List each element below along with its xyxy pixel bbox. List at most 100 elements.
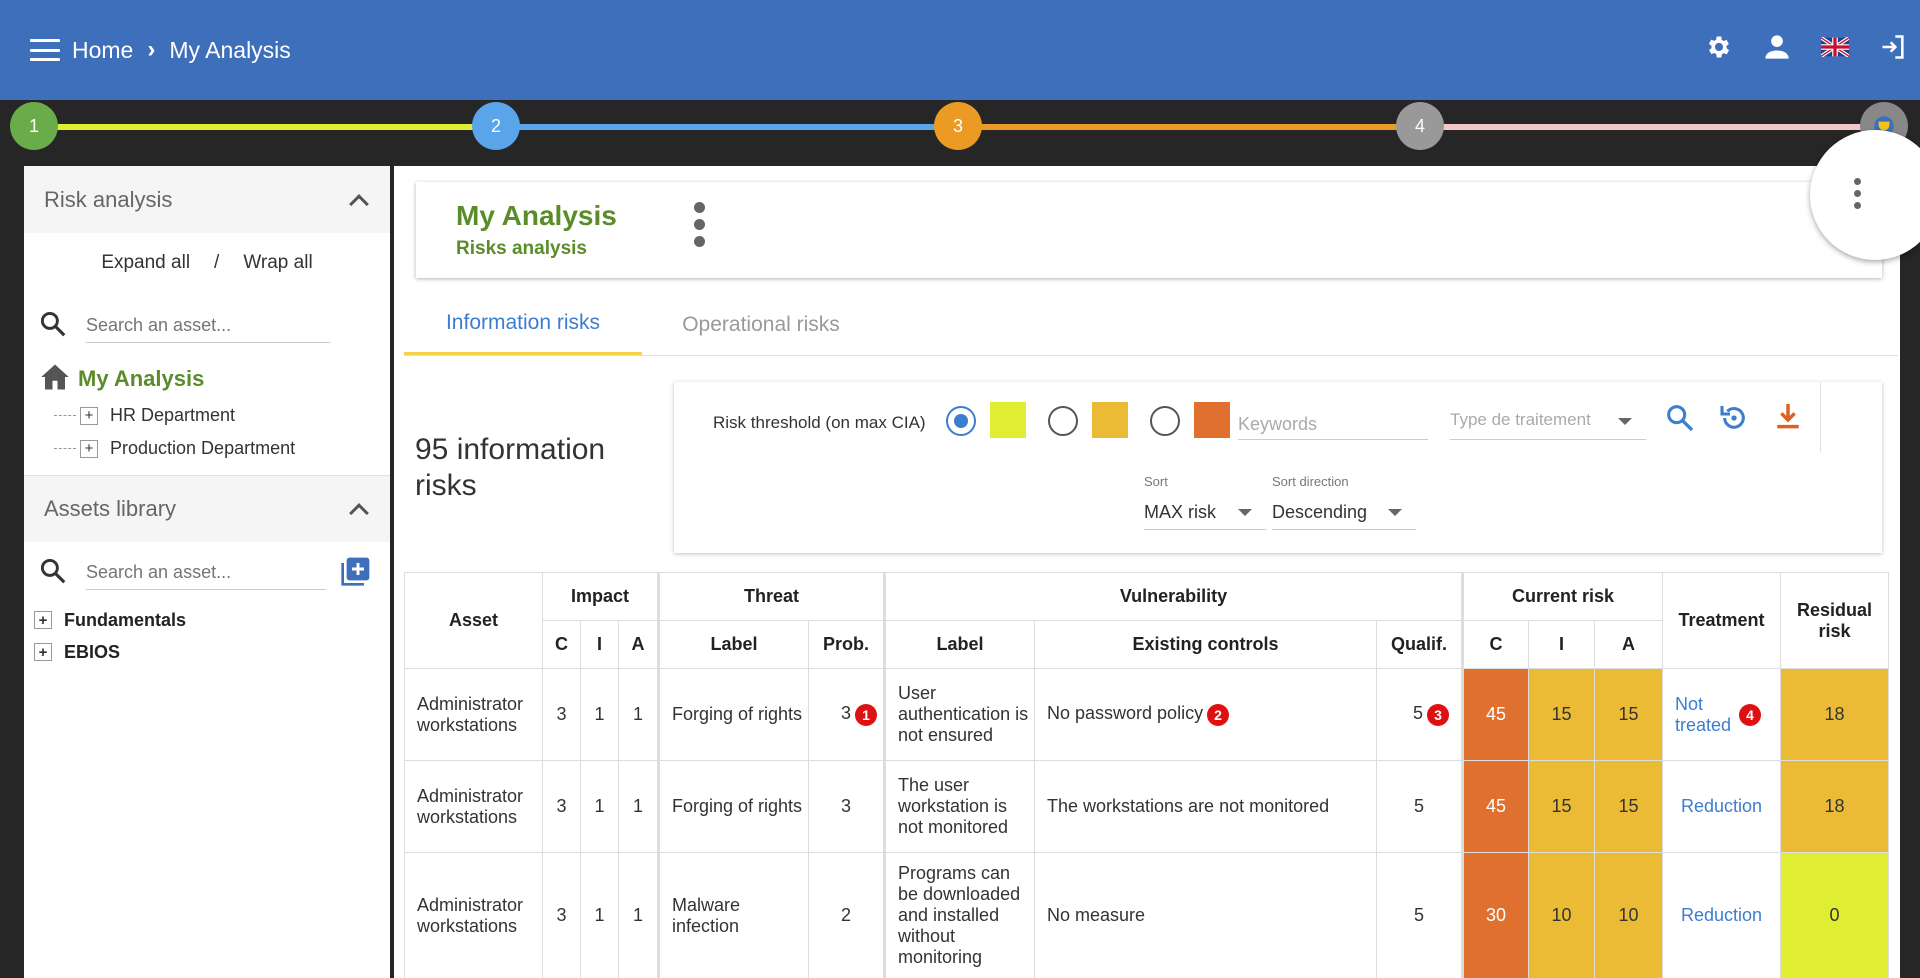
- cell-prob[interactable]: 3: [808, 760, 885, 853]
- treatment-link[interactable]: Not treated: [1675, 694, 1735, 736]
- cell-impact-a[interactable]: 1: [618, 852, 659, 978]
- cell-qualif[interactable]: 5: [1376, 760, 1463, 853]
- user-icon[interactable]: [1762, 32, 1792, 62]
- header-impact-a: A: [618, 620, 659, 669]
- expand-plus-icon[interactable]: +: [80, 439, 98, 458]
- cell-existing-controls[interactable]: The workstations are not monitored: [1034, 760, 1377, 853]
- step-4[interactable]: 4: [1396, 102, 1444, 150]
- cell-vulnerability: User authentication is not ensured: [883, 668, 1035, 761]
- cell-impact-c[interactable]: 3: [542, 852, 581, 978]
- annotation-badge: 4: [1739, 703, 1761, 726]
- expand-plus-icon[interactable]: +: [34, 643, 52, 661]
- cell-asset: Administrator workstations: [404, 852, 543, 978]
- corner-kebab-icon[interactable]: [1854, 178, 1861, 209]
- tree-item-hr-department[interactable]: + HR Department: [24, 399, 390, 432]
- step-1[interactable]: 1: [10, 102, 58, 150]
- cell-current-c: 45: [1461, 668, 1529, 761]
- cell-impact-a[interactable]: 1: [618, 668, 659, 761]
- search-icon: [38, 309, 68, 344]
- header-current-i: I: [1528, 620, 1595, 669]
- chevron-up-icon[interactable]: [349, 193, 369, 214]
- treatment-type-select[interactable]: Type de traitement: [1450, 404, 1646, 440]
- cell-treatment[interactable]: Not treated 4: [1662, 668, 1781, 761]
- cell-treatment[interactable]: Reduction: [1662, 760, 1781, 853]
- risks-table-wrapper: Asset Impact Threat Vulnerability Curren…: [404, 572, 1889, 978]
- header-impact-i: I: [580, 620, 619, 669]
- expand-all-link[interactable]: Expand all: [101, 252, 190, 274]
- chevron-down-icon: [1388, 509, 1402, 516]
- cell-current-a: 15: [1594, 760, 1663, 853]
- cell-impact-i[interactable]: 1: [580, 760, 619, 853]
- qualif-value: 5: [1412, 703, 1423, 724]
- controls-value: No password policy: [1047, 703, 1204, 724]
- search-input[interactable]: [86, 309, 330, 343]
- separator: /: [214, 252, 220, 273]
- expand-plus-icon[interactable]: +: [80, 406, 98, 425]
- cell-prob[interactable]: 2: [808, 852, 885, 978]
- cell-prob[interactable]: 31: [808, 668, 885, 761]
- threshold-radio-3[interactable]: [1150, 406, 1180, 436]
- chevron-up-icon[interactable]: [349, 503, 369, 523]
- table-row[interactable]: Administrator workstations 3 1 1 Malware…: [404, 852, 1889, 978]
- cell-threat: Forging of rights: [657, 668, 809, 761]
- step-3[interactable]: 3: [934, 102, 982, 150]
- wrap-all-link[interactable]: Wrap all: [243, 252, 312, 274]
- prob-value: 3: [840, 703, 851, 724]
- cell-existing-controls[interactable]: No password policy 2: [1034, 668, 1377, 761]
- cell-qualif[interactable]: 5: [1376, 852, 1463, 978]
- cell-current-c: 45: [1461, 760, 1529, 853]
- breadcrumb-home[interactable]: Home: [72, 37, 133, 64]
- divider: [1820, 382, 1821, 452]
- settings-icon[interactable]: [1704, 32, 1734, 62]
- step-2[interactable]: 2: [472, 102, 520, 150]
- cell-impact-a[interactable]: 1: [618, 760, 659, 853]
- treatment-link[interactable]: Reduction: [1681, 796, 1762, 816]
- header-asset: Asset: [404, 572, 543, 669]
- tab-operational-risks[interactable]: Operational risks: [642, 294, 880, 355]
- tree-item-production-department[interactable]: + Production Department: [24, 432, 390, 465]
- threshold-radio-1[interactable]: [946, 406, 976, 436]
- cell-impact-i[interactable]: 1: [580, 668, 619, 761]
- cell-current-i: 15: [1528, 668, 1595, 761]
- cell-impact-i[interactable]: 1: [580, 852, 619, 978]
- threshold-swatch-lime: [990, 402, 1026, 438]
- more-options-icon[interactable]: [694, 202, 705, 247]
- tree-root-my-analysis[interactable]: My Analysis: [24, 359, 390, 399]
- table-row[interactable]: Administrator workstations 3 1 1 Forging…: [404, 760, 1889, 853]
- tab-information-risks[interactable]: Information risks: [404, 294, 642, 355]
- search-icon[interactable]: [1664, 402, 1696, 439]
- library-search-input[interactable]: [86, 556, 326, 590]
- cell-qualif[interactable]: 53: [1376, 668, 1463, 761]
- download-icon[interactable]: [1772, 400, 1804, 437]
- tree-connector: [54, 415, 76, 416]
- header-residual-risk: Residual risk: [1780, 572, 1889, 669]
- menu-icon[interactable]: [30, 39, 60, 61]
- cell-impact-c[interactable]: 3: [542, 668, 581, 761]
- add-asset-icon[interactable]: [340, 555, 372, 592]
- keywords-input[interactable]: Keywords: [1238, 404, 1428, 440]
- cell-impact-c[interactable]: 3: [542, 760, 581, 853]
- assets-library-header[interactable]: Assets library: [24, 475, 390, 542]
- step-segment-4: [1420, 124, 1882, 130]
- cell-treatment[interactable]: Reduction: [1662, 852, 1781, 978]
- tree-connector: [54, 448, 76, 449]
- treatment-link[interactable]: Reduction: [1681, 905, 1762, 925]
- logout-icon[interactable]: [1878, 32, 1908, 62]
- header-existing-controls: Existing controls: [1034, 620, 1377, 669]
- chevron-down-icon: [1618, 418, 1632, 425]
- library-item-ebios[interactable]: + EBIOS: [24, 636, 390, 668]
- header-treatment: Treatment: [1662, 572, 1781, 669]
- cell-current-i: 15: [1528, 760, 1595, 853]
- tree-item-label: HR Department: [110, 405, 236, 425]
- uk-flag-icon[interactable]: [1820, 32, 1850, 62]
- risk-analysis-header[interactable]: Risk analysis: [24, 166, 390, 233]
- threshold-radio-2[interactable]: [1048, 406, 1078, 436]
- table-row[interactable]: Administrator workstations 3 1 1 Forging…: [404, 668, 1889, 761]
- expand-wrap-row: Expand all / Wrap all: [24, 233, 390, 293]
- cell-existing-controls[interactable]: No measure: [1034, 852, 1377, 978]
- reset-icon[interactable]: [1718, 402, 1750, 439]
- cell-residual: 0: [1780, 852, 1889, 978]
- header-vuln-label: Label: [883, 620, 1035, 669]
- expand-plus-icon[interactable]: +: [34, 611, 52, 629]
- library-item-fundamentals[interactable]: + Fundamentals: [24, 604, 390, 636]
